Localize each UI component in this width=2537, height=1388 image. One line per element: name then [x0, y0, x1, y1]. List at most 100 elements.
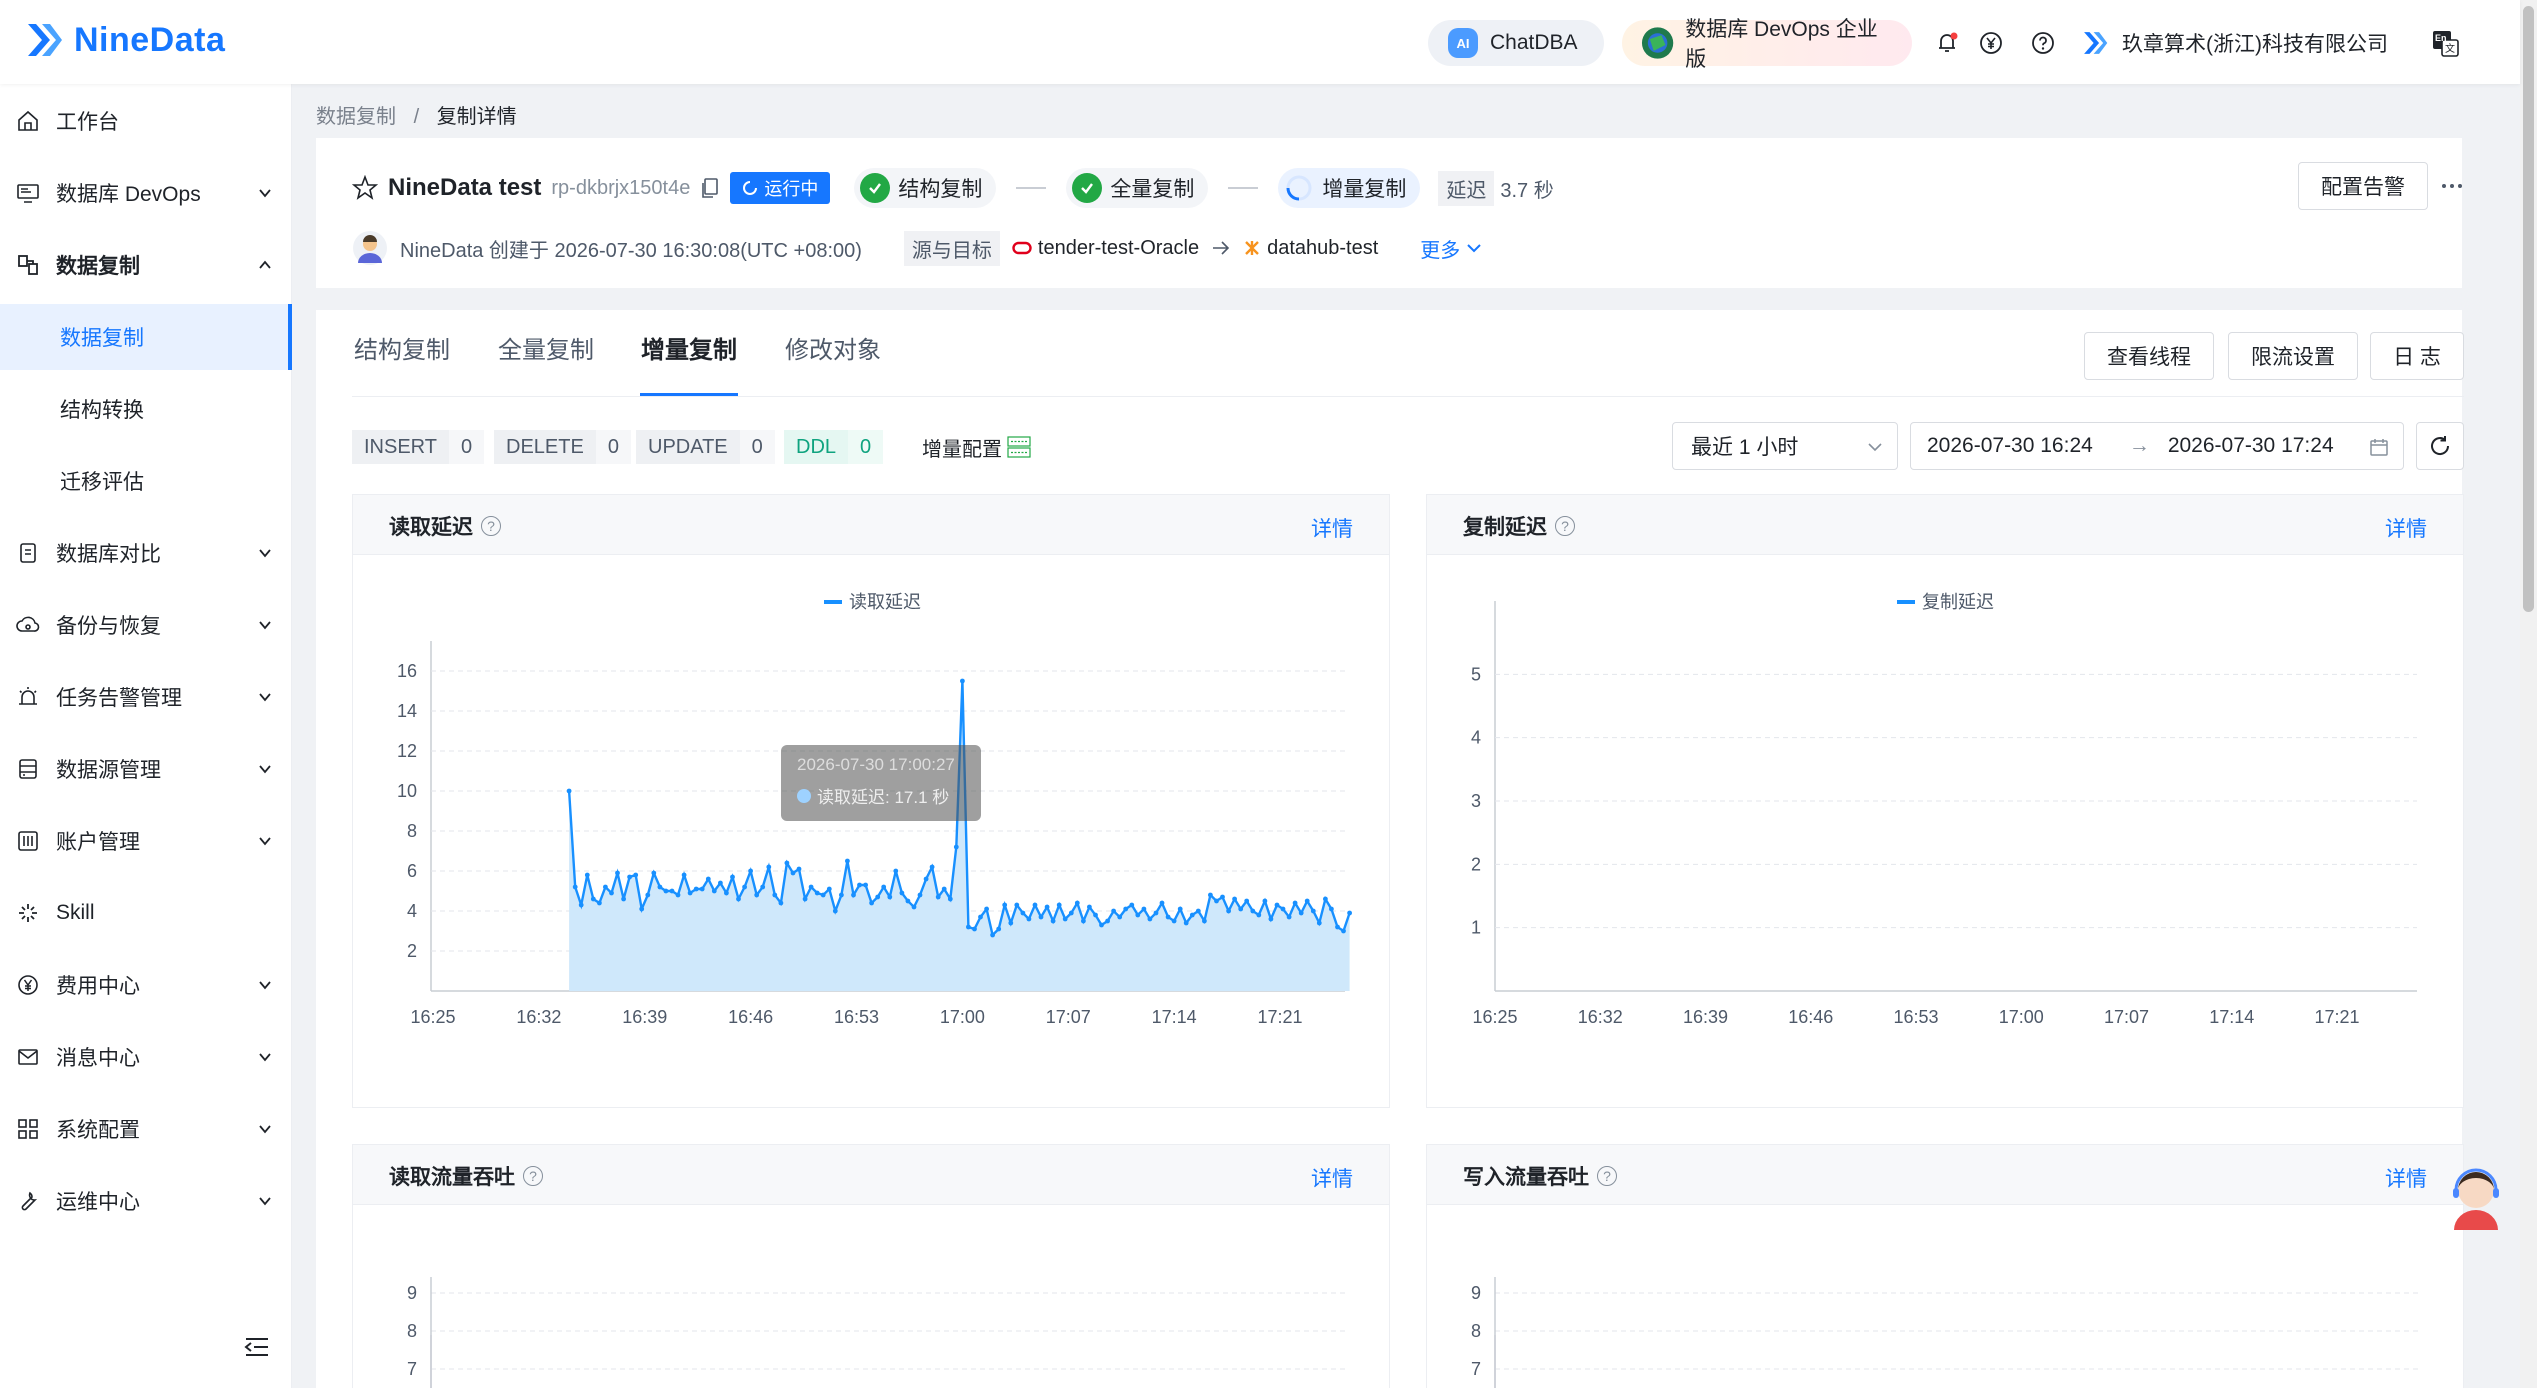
data-point[interactable]: [857, 882, 862, 888]
data-point[interactable]: [615, 870, 620, 876]
data-point[interactable]: [839, 892, 844, 898]
data-point[interactable]: [1316, 920, 1322, 926]
data-point[interactable]: [1123, 906, 1129, 912]
data-point[interactable]: [814, 890, 820, 896]
data-point[interactable]: [1220, 894, 1225, 900]
bell-icon[interactable]: [1934, 30, 1960, 56]
data-point[interactable]: [1256, 912, 1262, 918]
data-point[interactable]: [778, 900, 784, 906]
data-point[interactable]: [845, 858, 850, 864]
data-point[interactable]: [1135, 912, 1141, 918]
read-delay-detail-link[interactable]: 详情: [1311, 513, 1353, 543]
data-point[interactable]: [1087, 904, 1092, 910]
data-point[interactable]: [1183, 920, 1189, 926]
time-range-select[interactable]: 最近 1 小时: [1672, 422, 1898, 470]
data-point[interactable]: [705, 876, 711, 882]
data-point[interactable]: [651, 870, 657, 876]
data-point[interactable]: [941, 886, 947, 892]
data-point[interactable]: [1280, 906, 1286, 912]
data-point[interactable]: [1310, 908, 1316, 914]
data-point[interactable]: [863, 882, 868, 888]
rate-limit-button[interactable]: 限流设置: [2228, 332, 2358, 380]
sidebar-item-datasource[interactable]: 数据源管理: [0, 736, 292, 802]
data-point[interactable]: [663, 888, 669, 894]
data-point[interactable]: [1111, 908, 1116, 914]
data-point[interactable]: [1323, 896, 1328, 902]
data-point[interactable]: [603, 884, 608, 890]
data-point[interactable]: [621, 896, 626, 902]
data-point[interactable]: [1347, 910, 1352, 916]
data-point[interactable]: [935, 894, 941, 900]
stage-incremental[interactable]: 增量复制: [1278, 168, 1421, 208]
collapse-sidebar-icon[interactable]: [244, 1336, 270, 1358]
data-point[interactable]: [1244, 898, 1250, 904]
data-point[interactable]: [826, 886, 832, 892]
incremental-config-link[interactable]: 增量配置: [922, 430, 1032, 464]
data-point[interactable]: [984, 906, 989, 912]
data-point[interactable]: [1268, 916, 1274, 922]
data-point[interactable]: [1099, 922, 1104, 928]
company-switcher[interactable]: 玖章算术(浙江)科技有限公司: [2080, 28, 2388, 58]
data-point[interactable]: [966, 924, 971, 930]
help-icon[interactable]: [2030, 30, 2056, 56]
data-point[interactable]: [1195, 908, 1201, 914]
config-alarm-button[interactable]: 配置告警: [2298, 162, 2428, 210]
data-point[interactable]: [1093, 912, 1098, 918]
read-throughput-detail-link[interactable]: 详情: [1311, 1163, 1353, 1193]
sidebar-item-ops[interactable]: 运维中心: [0, 1168, 292, 1234]
tab-incremental[interactable]: 增量复制: [641, 330, 737, 365]
data-point[interactable]: [947, 896, 953, 902]
sidebar-item-backup[interactable]: 备份与恢复: [0, 592, 292, 658]
sidebar-subitem-schema-convert[interactable]: 结构转换: [0, 376, 292, 442]
data-point[interactable]: [1250, 908, 1256, 914]
data-point[interactable]: [1147, 916, 1153, 922]
edition-button[interactable]: 数据库 DevOps 企业版: [1622, 18, 1912, 71]
date-range-picker[interactable]: 2026-07-30 16:24 → 2026-07-30 17:24: [1910, 422, 2404, 470]
data-point[interactable]: [766, 864, 772, 870]
data-point[interactable]: [609, 890, 614, 896]
data-point[interactable]: [1171, 918, 1177, 924]
data-point[interactable]: [1286, 914, 1292, 920]
data-point[interactable]: [881, 884, 887, 890]
sidebar-subitem-replication[interactable]: 数据复制: [0, 304, 292, 370]
data-point[interactable]: [639, 906, 645, 912]
write-throughput-detail-link[interactable]: 详情: [2385, 1163, 2427, 1193]
data-point[interactable]: [1292, 900, 1298, 906]
copy-icon[interactable]: [700, 177, 720, 199]
data-point[interactable]: [960, 678, 965, 684]
data-point[interactable]: [1214, 898, 1219, 904]
data-point[interactable]: [772, 892, 778, 898]
data-point[interactable]: [597, 900, 602, 906]
data-point[interactable]: [917, 892, 923, 898]
data-point[interactable]: [1159, 900, 1165, 906]
data-point[interactable]: [875, 894, 881, 900]
data-point[interactable]: [633, 872, 639, 878]
data-point[interactable]: [911, 904, 917, 910]
breadcrumb-parent[interactable]: 数据复制: [316, 106, 396, 128]
data-point[interactable]: [669, 888, 675, 894]
data-point[interactable]: [1153, 910, 1159, 916]
data-point[interactable]: [869, 900, 874, 906]
data-point[interactable]: [790, 870, 796, 876]
data-point[interactable]: [699, 886, 705, 892]
tab-schema[interactable]: 结构复制: [354, 330, 450, 365]
data-point[interactable]: [693, 886, 699, 892]
sidebar-item-billing[interactable]: 费用中心: [0, 952, 292, 1018]
data-point[interactable]: [730, 874, 735, 880]
data-point[interactable]: [754, 892, 760, 898]
view-threads-button[interactable]: 查看线程: [2084, 332, 2214, 380]
help-icon[interactable]: ?: [1555, 516, 1575, 536]
data-point[interactable]: [1002, 902, 1008, 908]
data-point[interactable]: [990, 932, 995, 938]
sidebar-item-account[interactable]: 账户管理: [0, 808, 292, 874]
data-point[interactable]: [1304, 898, 1310, 904]
data-point[interactable]: [566, 788, 572, 794]
star-icon[interactable]: [352, 175, 378, 201]
page-scrollbar[interactable]: [2520, 0, 2537, 1388]
sidebar-subitem-migration-assess[interactable]: 迁移评估: [0, 448, 292, 514]
data-point[interactable]: [584, 872, 590, 878]
data-point[interactable]: [851, 892, 856, 898]
sidebar-item-devops[interactable]: 数据库 DevOps: [0, 160, 292, 226]
help-icon[interactable]: ?: [481, 516, 501, 536]
data-point[interactable]: [832, 908, 838, 914]
